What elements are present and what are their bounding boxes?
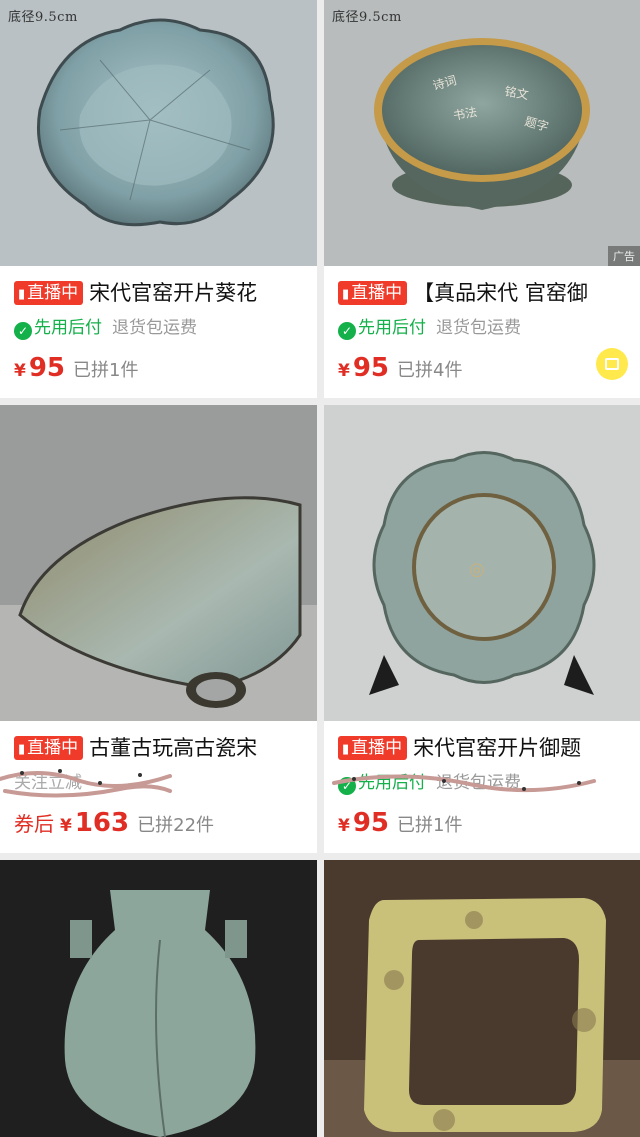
live-badge: ▮ 直播中 — [14, 281, 84, 305]
after-coupon-label: 券后 — [14, 812, 54, 836]
sold-count: 已拼1件 — [397, 815, 463, 836]
free-return-tag: 退货包运费 — [112, 318, 197, 338]
product-title-line[interactable]: ▮ 直播中 宋代官窑开片御题 — [338, 733, 634, 763]
pay-later-tag: ✓ 先用后付 — [14, 318, 102, 340]
pay-later-icon: ✓ — [338, 777, 356, 795]
product-card[interactable]: 诗词 书法 铭文 题字 底径9.5cm 广告 ▮ 直播中 【真品宋代 官窑御 ✓ 先用… — [324, 0, 640, 398]
live-badge-label: 直播中 — [27, 283, 79, 303]
pay-later-tag: ✓ 先用后付 — [338, 318, 426, 340]
pay-later-icon: ✓ — [14, 322, 32, 340]
product-title: 古董古玩高古瓷宋 — [89, 736, 258, 760]
price-line: 券后 ¥163 已拼22件 — [14, 807, 214, 839]
product-image-conical-bowl[interactable] — [0, 405, 317, 721]
pay-later-tag: ✓ 先用后付 — [338, 773, 426, 795]
live-badge: ▮ 直播中 — [338, 736, 408, 760]
image-caption: 底径9.5cm — [332, 10, 402, 25]
product-card[interactable]: ▮ 直播中 古董古玩高古瓷宋 关注立减 券后 ¥163 已拼22件 — [0, 405, 317, 853]
sold-count: 已拼22件 — [137, 815, 215, 836]
product-image-celadon-flower-dish[interactable]: 底径9.5cm — [0, 0, 317, 266]
product-card[interactable]: ◎ ▮ 直播中 宋代官窑开片御题 ✓ 先用后付 退货包运费 ¥95 已拼1件 — [324, 405, 640, 853]
live-badge: ▮ 直播中 — [338, 281, 408, 305]
product-title: 【真品宋代 官窑御 — [413, 281, 588, 305]
live-badge-label: 直播中 — [351, 738, 403, 758]
product-title: 宋代官窑开片葵花 — [89, 281, 258, 305]
live-badge-label: 直播中 — [27, 738, 79, 758]
service-line: ✓ 先用后付 退货包运费 — [338, 771, 521, 795]
product-card[interactable] — [0, 860, 317, 1137]
price-line: ¥95 已拼1件 — [338, 807, 462, 839]
product-title-line[interactable]: ▮ 直播中 古董古玩高古瓷宋 — [14, 733, 311, 763]
product-price: 95 — [352, 353, 390, 383]
service-line: ✓ 先用后付 退货包运费 — [14, 316, 197, 340]
service-line: ✓ 先用后付 退货包运费 — [338, 316, 521, 340]
currency-symbol: ¥ — [338, 816, 350, 836]
free-return-tag: 退货包运费 — [436, 318, 521, 338]
image-caption: 底径9.5cm — [8, 10, 78, 25]
currency-symbol: ¥ — [14, 361, 26, 381]
product-card[interactable] — [324, 860, 640, 1137]
currency-symbol: ¥ — [338, 361, 350, 381]
price-line: ¥95 已拼1件 — [14, 352, 138, 384]
live-bars-icon: ▮ — [342, 742, 350, 757]
product-image-celadon-vase[interactable] — [0, 860, 317, 1137]
live-bars-icon: ▮ — [342, 287, 350, 302]
sold-count: 已拼1件 — [73, 360, 139, 381]
camera-icon[interactable] — [596, 348, 628, 380]
obscured-text: 关注立减 — [14, 773, 82, 793]
obscured-line: 关注立减 — [14, 771, 82, 795]
pay-later-label: 先用后付 — [34, 318, 102, 338]
live-bars-icon: ▮ — [18, 287, 26, 302]
free-return-tag: 退货包运费 — [436, 773, 521, 793]
product-title: 宋代官窑开片御题 — [413, 736, 582, 760]
product-image-square-ring[interactable] — [324, 860, 640, 1137]
ad-label: 广告 — [608, 246, 640, 266]
product-image-flower-plate-on-stand[interactable]: ◎ — [324, 405, 640, 721]
live-bars-icon: ▮ — [18, 742, 26, 757]
live-badge-label: 直播中 — [351, 283, 403, 303]
pay-later-label: 先用后付 — [358, 318, 426, 338]
pay-later-icon: ✓ — [338, 322, 356, 340]
sold-count: 已拼4件 — [397, 360, 463, 381]
product-image-inscribed-bowl[interactable]: 诗词 书法 铭文 题字 底径9.5cm 广告 — [324, 0, 640, 266]
price-line: ¥95 已拼4件 — [338, 352, 462, 384]
svg-text:◎: ◎ — [469, 559, 485, 580]
product-feed-grid: 底径9.5cm ▮ 直播中 宋代官窑开片葵花 ✓ 先用后付 退货包运费 ¥95 已拼1件 — [0, 0, 640, 1137]
product-title-line[interactable]: ▮ 直播中 宋代官窑开片葵花 — [14, 278, 311, 308]
product-price: 95 — [28, 353, 66, 383]
currency-symbol: ¥ — [60, 816, 72, 836]
product-card[interactable]: 底径9.5cm ▮ 直播中 宋代官窑开片葵花 ✓ 先用后付 退货包运费 ¥95 已拼1件 — [0, 0, 317, 398]
pay-later-label: 先用后付 — [358, 773, 426, 793]
product-price: 95 — [352, 808, 390, 838]
product-title-line[interactable]: ▮ 直播中 【真品宋代 官窑御 — [338, 278, 634, 308]
product-price: 163 — [74, 808, 130, 838]
live-badge: ▮ 直播中 — [14, 736, 84, 760]
